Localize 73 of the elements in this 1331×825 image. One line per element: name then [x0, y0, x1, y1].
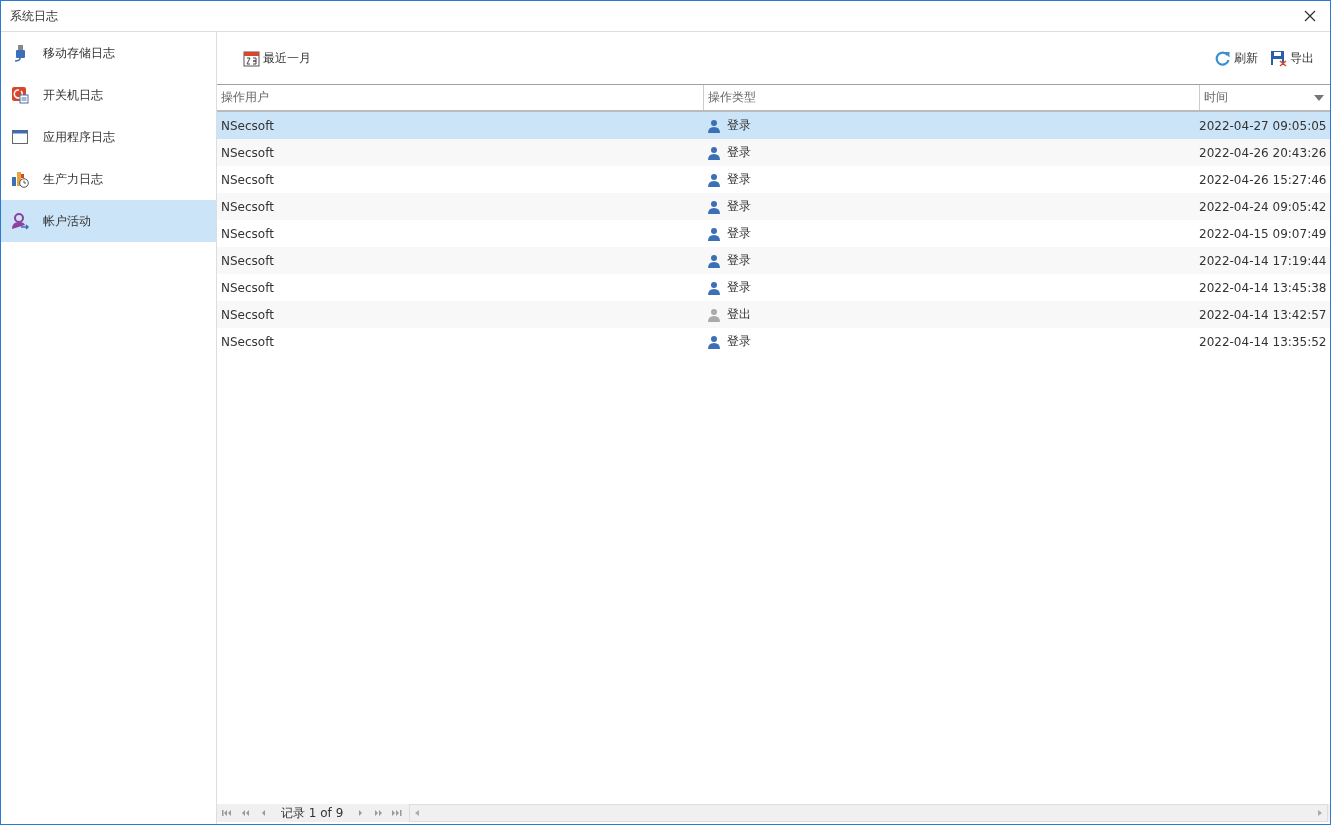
table-row[interactable]: NSecsoft 登录 2022-04-26 15:27:46 [217, 166, 1330, 193]
horizontal-scrollbar[interactable] [409, 804, 1328, 822]
table-row[interactable]: NSecsoft 登出 2022-04-14 13:42:57 [217, 301, 1330, 328]
user-icon [707, 253, 721, 268]
user-icon [707, 307, 721, 322]
table-cell: 登录 [727, 144, 751, 161]
last-page-button[interactable] [391, 807, 404, 819]
table-cell-text: NSecsoft [220, 280, 275, 295]
table-cell-text: 2022-04-14 13:42:57 [1199, 307, 1328, 322]
table-cell-text: NSecsoft [220, 253, 275, 268]
table-cell-text: NSecsoft [220, 334, 275, 349]
export-button[interactable]: 导出 [1268, 47, 1316, 69]
table-cell-text: NSecsoft [220, 307, 275, 322]
table-cell-text: NSecsoft [220, 199, 275, 214]
table-row[interactable]: NSecsoft 登录 2022-04-15 09:07:49 [217, 220, 1330, 247]
table-cell: 登录 [727, 333, 751, 350]
sort-caret-icon [1314, 94, 1324, 101]
user-icon [707, 334, 721, 349]
user-arrow-icon [11, 212, 29, 230]
column-header[interactable]: 操作用户 [217, 85, 703, 110]
table-cell-text: NSecsoft [220, 145, 275, 160]
table-cell: 登录 [727, 171, 751, 188]
calendar-icon [243, 49, 260, 67]
table-cell-text: 2022-04-24 09:05:42 [1199, 199, 1328, 214]
table-cell: 登录 [727, 117, 751, 134]
table-row[interactable]: NSecsoft 登录 2022-04-27 09:05:05 [217, 112, 1330, 139]
table-cell: 登出 [727, 306, 751, 323]
power-document-icon [11, 86, 29, 104]
sidebar-item[interactable]: 开关机日志 [1, 74, 216, 116]
bar-chart-clock-icon [11, 170, 29, 188]
table-cell: 登录 [727, 252, 751, 269]
column-header[interactable]: 操作类型 [703, 85, 1199, 110]
table-cell-text: 2022-04-14 13:45:38 [1199, 280, 1328, 295]
table-row[interactable]: NSecsoft 登录 2022-04-14 17:19:44 [217, 247, 1330, 274]
table-cell-text: 2022-04-27 09:05:05 [1199, 118, 1328, 133]
window-icon [11, 128, 29, 146]
table-row[interactable]: NSecsoft 登录 2022-04-14 13:45:38 [217, 274, 1330, 301]
previous-page-icon [240, 809, 250, 817]
record-count: 记录 1 of 9 [281, 804, 344, 822]
window-title: 系统日志 [10, 7, 58, 25]
next-page-icon [374, 809, 385, 817]
user-icon [707, 172, 721, 187]
table-row[interactable]: NSecsoft 登录 2022-04-26 20:43:26 [217, 139, 1330, 166]
column-header[interactable]: 时间 [1199, 85, 1330, 110]
table-cell-text: 2022-04-26 15:27:46 [1199, 172, 1328, 187]
first-page-button[interactable] [221, 807, 233, 819]
user-icon [707, 118, 721, 133]
first-page-icon [222, 809, 232, 817]
table-cell: 登录 [727, 198, 751, 215]
table-cell-text: 2022-04-14 13:35:52 [1199, 334, 1328, 349]
refresh-icon [1214, 49, 1231, 67]
table-row[interactable]: NSecsoft 登录 2022-04-14 13:35:52 [217, 328, 1330, 355]
last-page-icon [392, 809, 403, 817]
table-cell-text: NSecsoft [220, 226, 275, 241]
table-cell-text: 2022-04-15 09:07:49 [1199, 226, 1328, 241]
table-cell: 登录 [727, 279, 751, 296]
sidebar-item[interactable]: 应用程序日志 [1, 116, 216, 158]
user-icon [707, 280, 721, 295]
user-icon [707, 199, 721, 214]
table-row[interactable]: NSecsoft 登录 2022-04-24 09:05:42 [217, 193, 1330, 220]
sidebar-item[interactable]: 生产力日志 [1, 158, 216, 200]
date-range-button[interactable]: 最近一月 [241, 47, 313, 69]
user-icon [707, 226, 721, 241]
table-cell: 登录 [727, 225, 751, 242]
refresh-button[interactable]: 刷新 [1212, 47, 1260, 69]
close-icon [1304, 10, 1316, 22]
table-cell-text: NSecsoft [220, 118, 275, 133]
user-icon [707, 145, 721, 160]
sidebar-item[interactable]: 帐户活动 [1, 200, 216, 242]
table-cell-text: 2022-04-26 20:43:26 [1199, 145, 1328, 160]
table-cell-text: NSecsoft [220, 172, 275, 187]
table-cell-text: 2022-04-14 17:19:44 [1199, 253, 1328, 268]
sidebar-item[interactable]: 移动存储日志 [1, 32, 216, 74]
